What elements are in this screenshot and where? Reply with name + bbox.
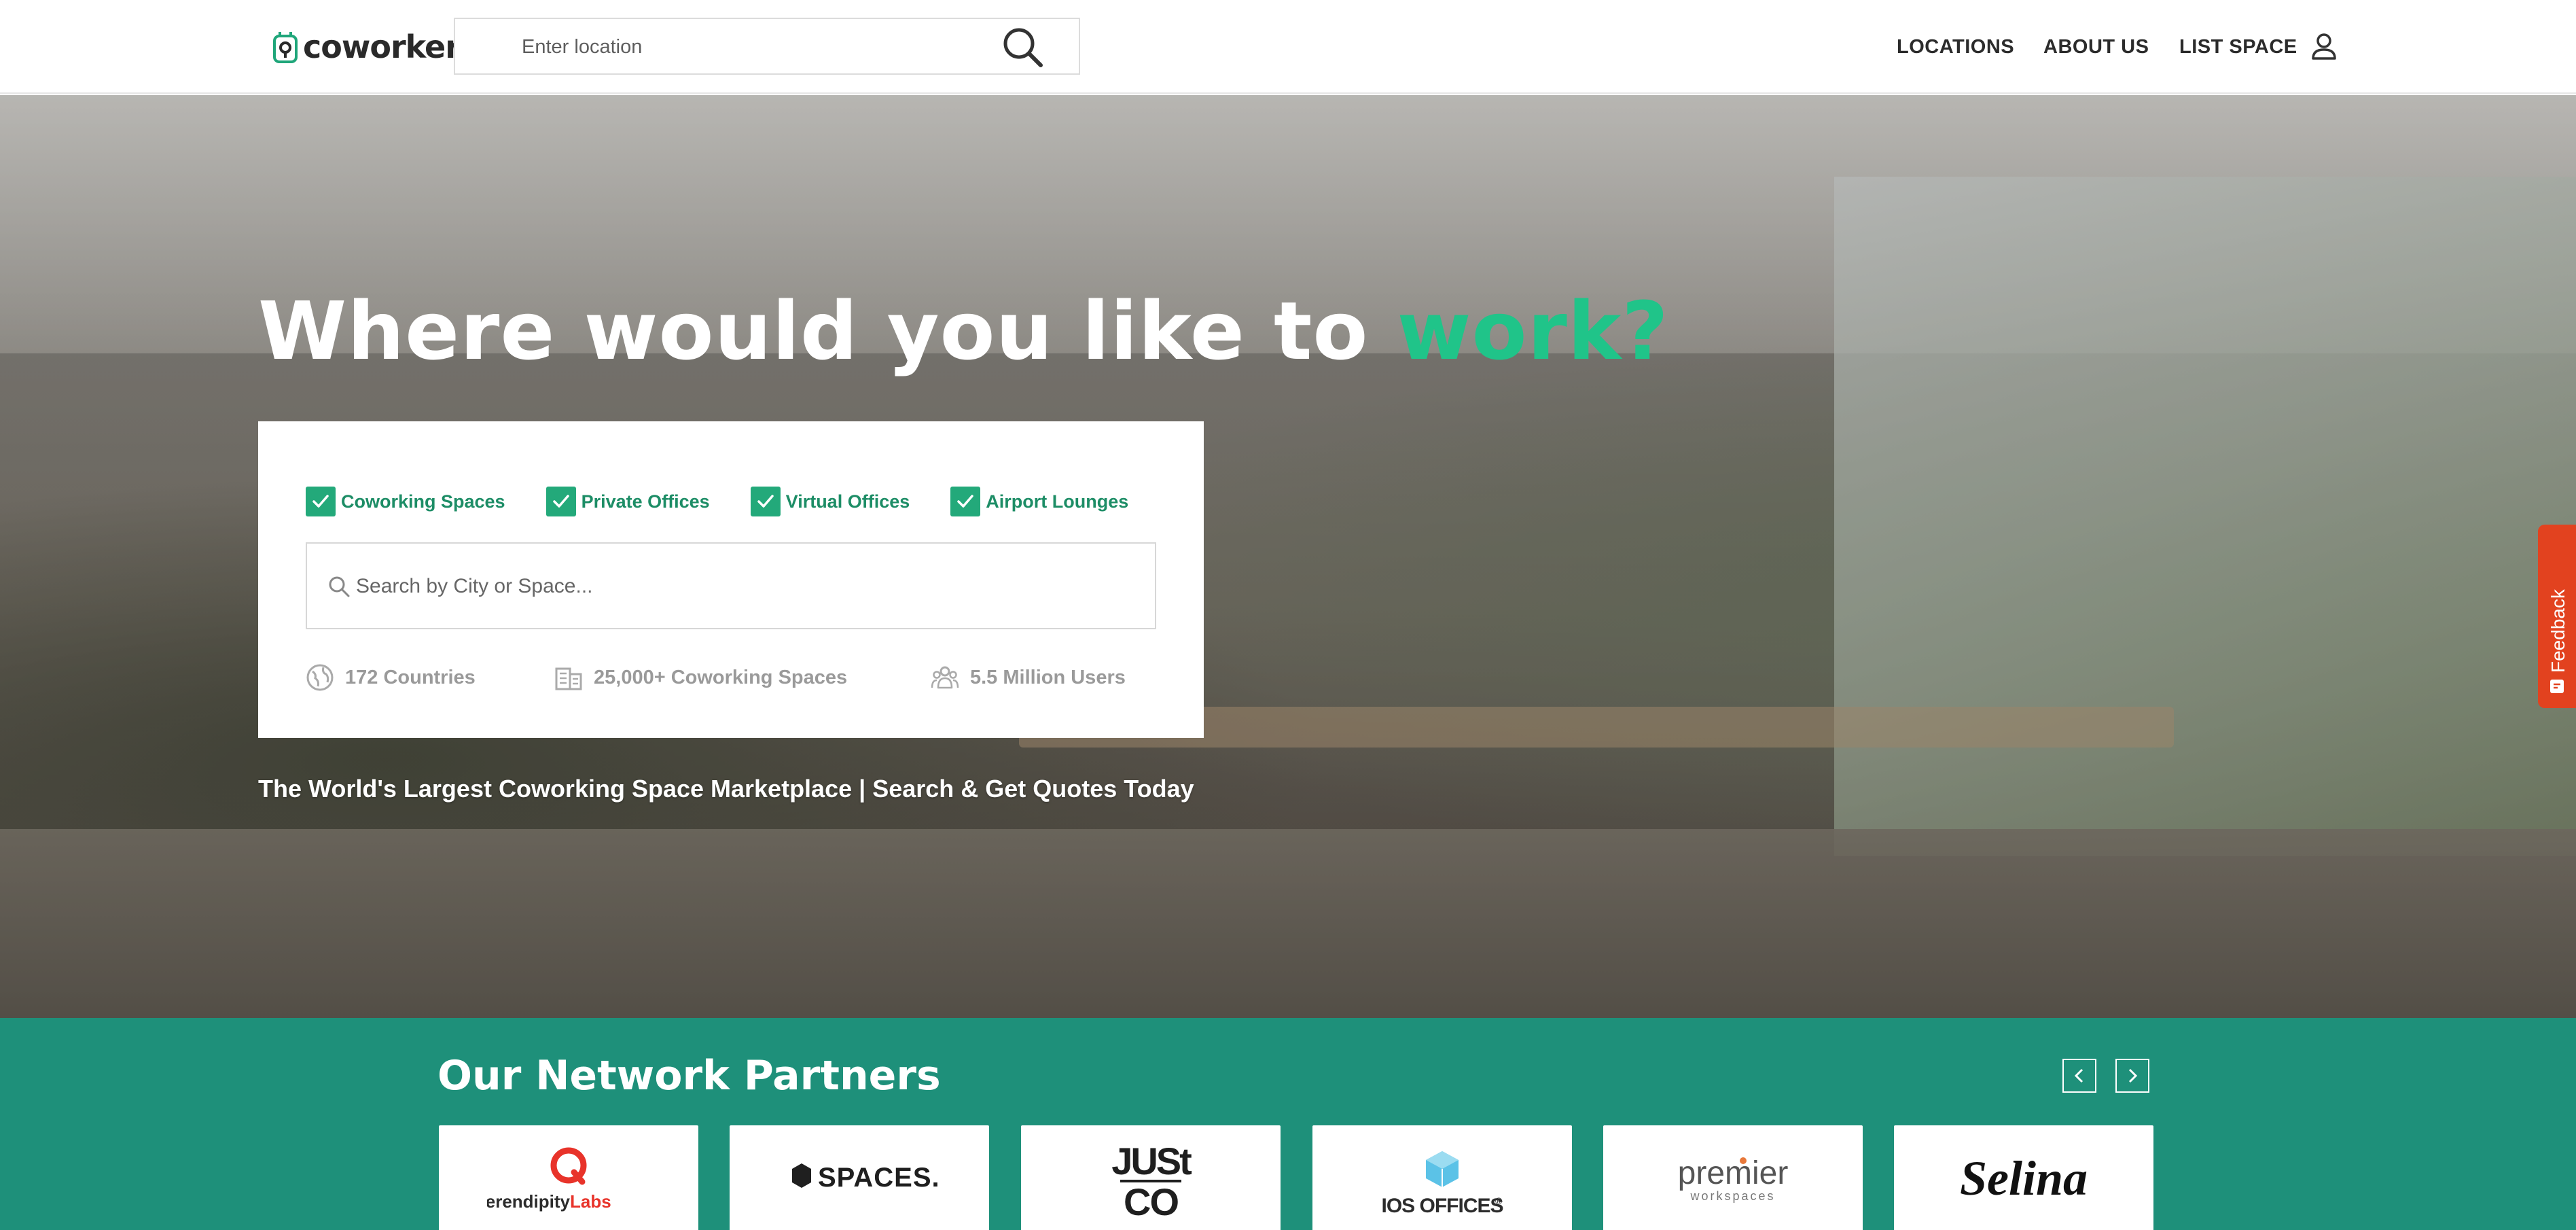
logo-text-accent: worker xyxy=(341,29,461,65)
top-navbar: coworker LOCATIONS ABOUT US LIST SPACE xyxy=(0,0,2576,94)
serendipity-labs-logo: Serendipity Labs xyxy=(487,1147,611,1212)
filter-airport-lounges[interactable]: Airport Lounges xyxy=(950,487,1128,516)
search-icon[interactable] xyxy=(999,23,1048,72)
coworker-logo[interactable]: coworker xyxy=(272,24,461,69)
workspaces-text: workspaces xyxy=(1689,1189,1775,1203)
stat-spaces: 25,000+ Coworking Spaces xyxy=(554,661,847,695)
city-search-input[interactable] xyxy=(356,571,1117,602)
stat-text: 25,000+ Coworking Spaces xyxy=(594,666,848,688)
logo-text-main: co xyxy=(303,29,342,65)
hero-title-main: Where would you like to xyxy=(258,284,1397,378)
partner-logo-carousel: Serendipity Labs SPACES. JUSt CO xyxy=(439,1125,2153,1230)
serendipity-text: Serendipity xyxy=(487,1191,571,1212)
feedback-tab[interactable]: Feedback xyxy=(2538,525,2576,708)
stat-countries: 172 Countries xyxy=(306,661,476,695)
search-icon xyxy=(329,576,350,597)
spaces-text: SPACES. xyxy=(818,1163,937,1193)
user-icon[interactable] xyxy=(2310,30,2338,64)
network-partners-section: Our Network Partners Serendipity Labs SP… xyxy=(0,1018,2576,1230)
registered-mark: ® xyxy=(1495,1195,1503,1206)
location-search-input[interactable] xyxy=(522,31,956,63)
users-icon xyxy=(931,666,959,689)
nav-item-locations: LOCATIONS xyxy=(1897,30,2014,64)
hero-section: Where would you like to work? Coworking … xyxy=(0,95,2576,1018)
filter-label: Private Offices xyxy=(581,491,710,512)
partner-card-spaces[interactable]: SPACES. xyxy=(730,1125,989,1230)
checkbox-checked-icon[interactable] xyxy=(750,487,781,516)
location-search-bar xyxy=(454,18,1080,75)
justco-text-bottom: CO xyxy=(1124,1180,1178,1220)
hero-title-accent: work? xyxy=(1397,284,1669,378)
ios-offices-logo: IOS OFFICES ® xyxy=(1381,1151,1504,1217)
filter-coworking-spaces[interactable]: Coworking Spaces xyxy=(306,487,505,516)
globe-icon xyxy=(306,664,334,691)
feedback-icon xyxy=(2550,680,2564,693)
filter-label: Airport Lounges xyxy=(986,491,1129,512)
space-type-filters: Coworking Spaces Private Offices Virtual… xyxy=(306,487,1169,516)
checkbox-checked-icon[interactable] xyxy=(306,487,336,516)
nav-item-list-space: LIST SPACE xyxy=(2179,30,2297,64)
filter-virtual-offices[interactable]: Virtual Offices xyxy=(750,487,910,516)
carousel-prev-button[interactable] xyxy=(2062,1059,2096,1093)
location-pin-icon xyxy=(273,32,298,63)
labs-text: Labs xyxy=(570,1191,611,1212)
hero-title: Where would you like to work? xyxy=(258,284,1669,378)
selina-logo: Selina xyxy=(1960,1151,2088,1206)
filter-label: Virtual Offices xyxy=(785,491,910,512)
search-card: Coworking Spaces Private Offices Virtual… xyxy=(258,421,1204,738)
stats-row: 172 Countries 25,000+ Coworking Spaces 5… xyxy=(306,661,1162,695)
premier-text: premier xyxy=(1678,1155,1789,1191)
partner-card-selina[interactable]: Selina xyxy=(1894,1125,2153,1230)
spaces-logo: SPACES. xyxy=(792,1163,937,1193)
nav-link-about-us[interactable]: ABOUT US xyxy=(2043,36,2149,58)
carousel-next-button[interactable] xyxy=(2115,1059,2149,1093)
stat-users: 5.5 Million Users xyxy=(931,661,1126,695)
filter-label: Coworking Spaces xyxy=(341,491,505,512)
ios-offices-text: IOS OFFICES xyxy=(1381,1195,1503,1217)
premier-workspaces-logo: premier workspaces xyxy=(1678,1155,1789,1203)
nav-item-about-us: ABOUT US xyxy=(2043,30,2149,64)
checkbox-checked-icon[interactable] xyxy=(545,487,576,516)
nav-link-list-space[interactable]: LIST SPACE xyxy=(2179,36,2297,58)
chevron-right-icon xyxy=(2128,1068,2138,1083)
feedback-label: Feedback xyxy=(2547,589,2569,673)
selina-text: Selina xyxy=(1960,1151,2088,1206)
city-search-bar xyxy=(306,542,1156,629)
stat-text: 5.5 Million Users xyxy=(970,666,1126,688)
stat-text: 172 Countries xyxy=(345,666,476,688)
partner-card-justco[interactable]: JUSt CO xyxy=(1021,1125,1281,1230)
chevron-left-icon xyxy=(2074,1068,2083,1083)
partners-title: Our Network Partners xyxy=(437,1052,941,1100)
partner-card-premier-workspaces[interactable]: premier workspaces xyxy=(1603,1125,1863,1230)
hero-tagline: The World's Largest Coworking Space Mark… xyxy=(258,775,1194,803)
logo-text: coworker xyxy=(303,29,461,65)
filter-private-offices[interactable]: Private Offices xyxy=(545,487,710,516)
partner-card-serendipity-labs[interactable]: Serendipity Labs xyxy=(439,1125,698,1230)
partner-card-ios-offices[interactable]: IOS OFFICES ® xyxy=(1312,1125,1572,1230)
justco-logo: JUSt CO xyxy=(1111,1140,1194,1220)
checkbox-checked-icon[interactable] xyxy=(950,487,981,516)
nav-link-locations[interactable]: LOCATIONS xyxy=(1897,36,2014,58)
justco-text-top: JUSt xyxy=(1111,1140,1192,1182)
building-icon xyxy=(555,667,582,690)
